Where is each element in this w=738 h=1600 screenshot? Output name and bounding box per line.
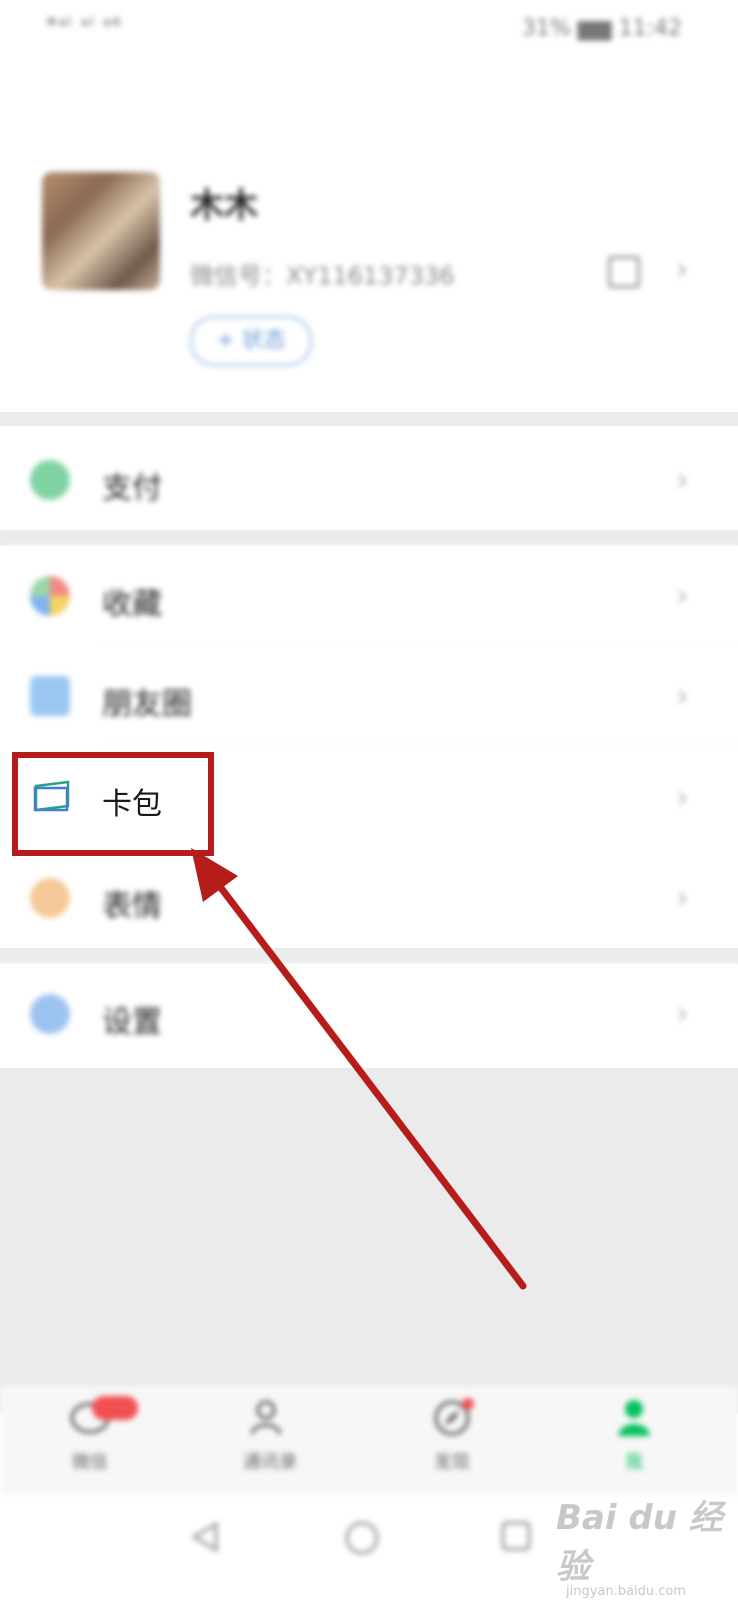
baidu-watermark: Bai du 经验 jingyan.baidu.com — [556, 1490, 738, 1599]
annotation-arrow — [191, 848, 527, 1290]
watermark-url: jingyan.baidu.com — [566, 1584, 686, 1599]
watermark-text: Bai du 经验 — [556, 1498, 723, 1587]
